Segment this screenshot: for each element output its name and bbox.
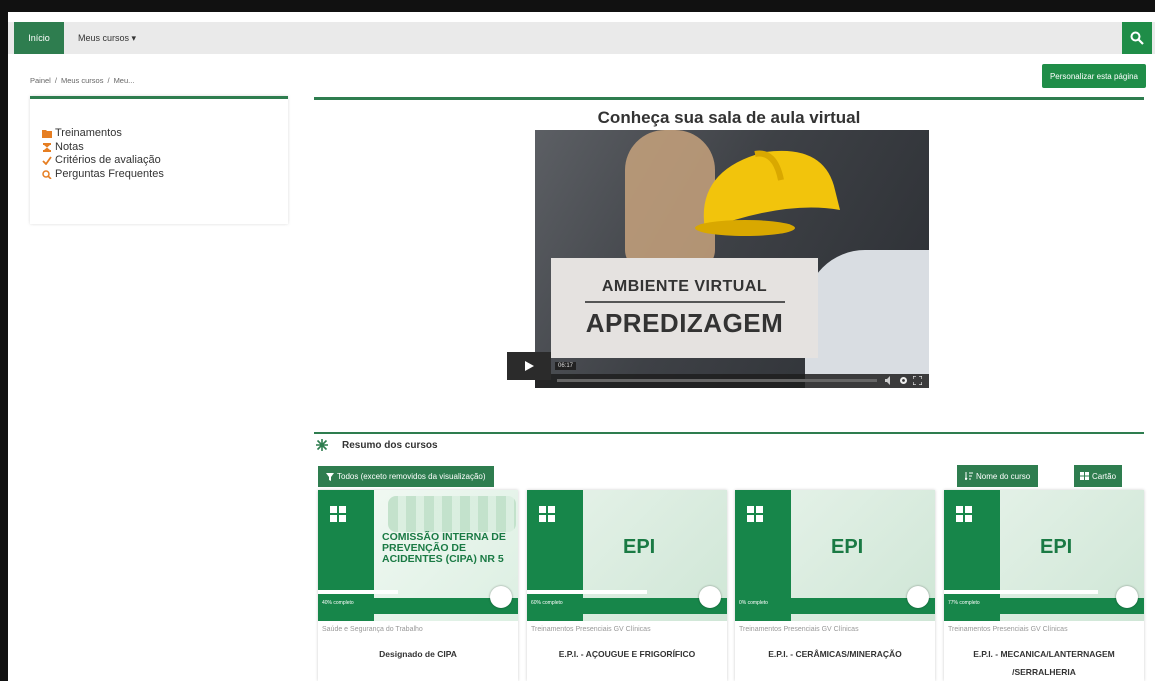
search-button[interactable]	[1122, 22, 1152, 54]
card-badge	[1116, 586, 1138, 608]
course-card[interactable]: EPI 0% completo Treinamentos Presenciais…	[735, 490, 935, 681]
course-card-image: EPI 0% completo	[735, 490, 935, 621]
check-icon	[42, 156, 52, 166]
sidebar-item-label: Perguntas Frequentes	[55, 167, 164, 180]
hourglass-icon	[43, 142, 51, 152]
volume-icon[interactable]	[885, 376, 894, 385]
card-percent: 40% completo	[322, 600, 354, 606]
card-heading: EPI	[1040, 536, 1073, 558]
play-icon	[525, 361, 534, 371]
course-card-image: EPI 77% completo	[944, 490, 1144, 621]
home-nav-button[interactable]: Início	[14, 22, 64, 54]
course-card[interactable]: COMISSÃO INTERNA DE PREVENÇÃO DE ACIDENT…	[318, 490, 518, 681]
overlay-line2: APREDIZAGEM	[585, 307, 784, 338]
card-heading: COMISSÃO INTERNA DE PREVENÇÃO DE ACIDENT…	[382, 531, 506, 565]
video-progress-bar[interactable]	[557, 379, 877, 382]
card-category: Treinamentos Presenciais GV Clínicas	[739, 626, 859, 633]
browser-viewport: Início Meus cursos ▾ Painel / Meus curso…	[8, 12, 1155, 681]
sidebar-item-label: Treinamentos	[55, 127, 122, 139]
card-course-name[interactable]: E.P.I. - AÇOUGUE E FRIGORÍFICO	[527, 645, 727, 663]
filter-label: Todos (exceto removidos da visualização)	[337, 472, 486, 481]
course-card-image: EPI 60% completo	[527, 490, 727, 621]
sidebar-item-faq[interactable]: Perguntas Frequentes	[42, 168, 288, 182]
video-heading: Conheça sua sala de aula virtual	[597, 108, 861, 127]
play-button[interactable]	[507, 352, 551, 380]
card-category: Saúde e Segurança do Trabalho	[322, 626, 423, 633]
top-navbar: Início Meus cursos ▾	[8, 22, 1155, 54]
card-heading: EPI	[623, 536, 656, 558]
overview-title-text: Resumo dos cursos	[342, 439, 438, 451]
folder-icon	[42, 130, 52, 139]
video-time: 06:17	[555, 362, 577, 370]
sidebar-item-grades[interactable]: Notas	[42, 141, 288, 155]
card-badge	[907, 586, 929, 608]
breadcrumb-dashboard[interactable]: Painel	[30, 76, 51, 85]
card-percent: 0% completo	[739, 600, 768, 606]
hardhat-image	[695, 150, 840, 236]
my-courses-menu[interactable]: Meus cursos ▾	[78, 33, 136, 44]
card-progress-fill	[944, 590, 1098, 594]
breadcrumb-separator: /	[107, 76, 110, 85]
sidebar-item-label: Critérios de avaliação	[55, 154, 161, 166]
card-course-name[interactable]: E.P.I. - MECANICA/LANTERNAGEM /SERRALHER…	[944, 645, 1144, 681]
sort-dropdown-button[interactable]: Nome do curso	[957, 465, 1039, 487]
card-badge	[490, 586, 512, 608]
sidebar-menu: Treinamentos Notas Critérios de avaliaçã…	[42, 127, 288, 181]
card-course-name[interactable]: E.P.I. - CERÂMICAS/MINERAÇÃO	[735, 645, 935, 663]
sidebar-item-criteria[interactable]: Critérios de avaliação	[42, 154, 288, 168]
logo-icon	[539, 506, 555, 522]
card-progress-fill	[318, 590, 398, 594]
main-divider	[314, 97, 1144, 100]
video-controls	[535, 374, 929, 388]
video-overlay-box: AMBIENTE VIRTUAL APREDIZAGEM	[551, 258, 818, 358]
settings-icon[interactable]	[899, 376, 908, 385]
search-icon	[42, 170, 52, 179]
course-card[interactable]: EPI 60% completo Treinamentos Presenciai…	[527, 490, 727, 681]
breadcrumb-current[interactable]: Meu...	[114, 76, 135, 85]
customize-page-button[interactable]: Personalizar esta página	[1041, 64, 1146, 88]
card-heading: EPI	[831, 536, 864, 558]
course-card[interactable]: EPI 77% completo Treinamentos Presenciai…	[944, 490, 1144, 681]
card-category: Treinamentos Presenciais GV Clínicas	[948, 626, 1068, 633]
logo-icon	[747, 506, 763, 522]
card-progress-fill	[527, 590, 647, 594]
sort-icon	[965, 472, 973, 480]
sort-label: Nome do curso	[976, 471, 1031, 481]
filter-icon	[326, 472, 334, 481]
card-people-illustration	[388, 496, 516, 532]
card-badge	[699, 586, 721, 608]
course-overview-heading: Resumo dos cursos	[316, 439, 438, 451]
view-label: Cartão	[1092, 471, 1117, 481]
grid-icon	[1080, 472, 1089, 480]
sidebar-item-trainings[interactable]: Treinamentos	[42, 127, 288, 141]
video-player[interactable]: AMBIENTE VIRTUAL APREDIZAGEM 06:17	[535, 130, 929, 388]
logo-icon	[956, 506, 972, 522]
overlay-line1: AMBIENTE VIRTUAL	[601, 277, 768, 295]
card-percent: 60% completo	[531, 600, 563, 606]
asterisk-icon	[316, 439, 328, 451]
search-icon	[1130, 31, 1144, 45]
card-percent: 77% completo	[948, 600, 980, 606]
fullscreen-icon[interactable]	[913, 376, 922, 385]
sidebar-block: Treinamentos Notas Critérios de avaliaçã…	[30, 96, 288, 224]
overview-divider	[314, 432, 1144, 434]
sidebar-item-label: Notas	[55, 140, 84, 153]
card-course-name[interactable]: Designado de CIPA	[318, 645, 518, 663]
video-shirt-image	[805, 250, 929, 388]
logo-icon	[330, 506, 346, 522]
breadcrumb: Painel / Meus cursos / Meu...	[30, 76, 134, 85]
overlay-divider	[584, 300, 785, 303]
monitor-frame: Início Meus cursos ▾ Painel / Meus curso…	[0, 0, 1155, 681]
breadcrumb-my-courses[interactable]: Meus cursos	[61, 76, 104, 85]
course-card-image: COMISSÃO INTERNA DE PREVENÇÃO DE ACIDENT…	[318, 490, 518, 621]
card-category: Treinamentos Presenciais GV Clínicas	[531, 626, 651, 633]
view-dropdown-button[interactable]: Cartão	[1074, 465, 1123, 487]
filter-dropdown-button[interactable]: Todos (exceto removidos da visualização)	[318, 466, 494, 487]
breadcrumb-separator: /	[54, 76, 57, 85]
